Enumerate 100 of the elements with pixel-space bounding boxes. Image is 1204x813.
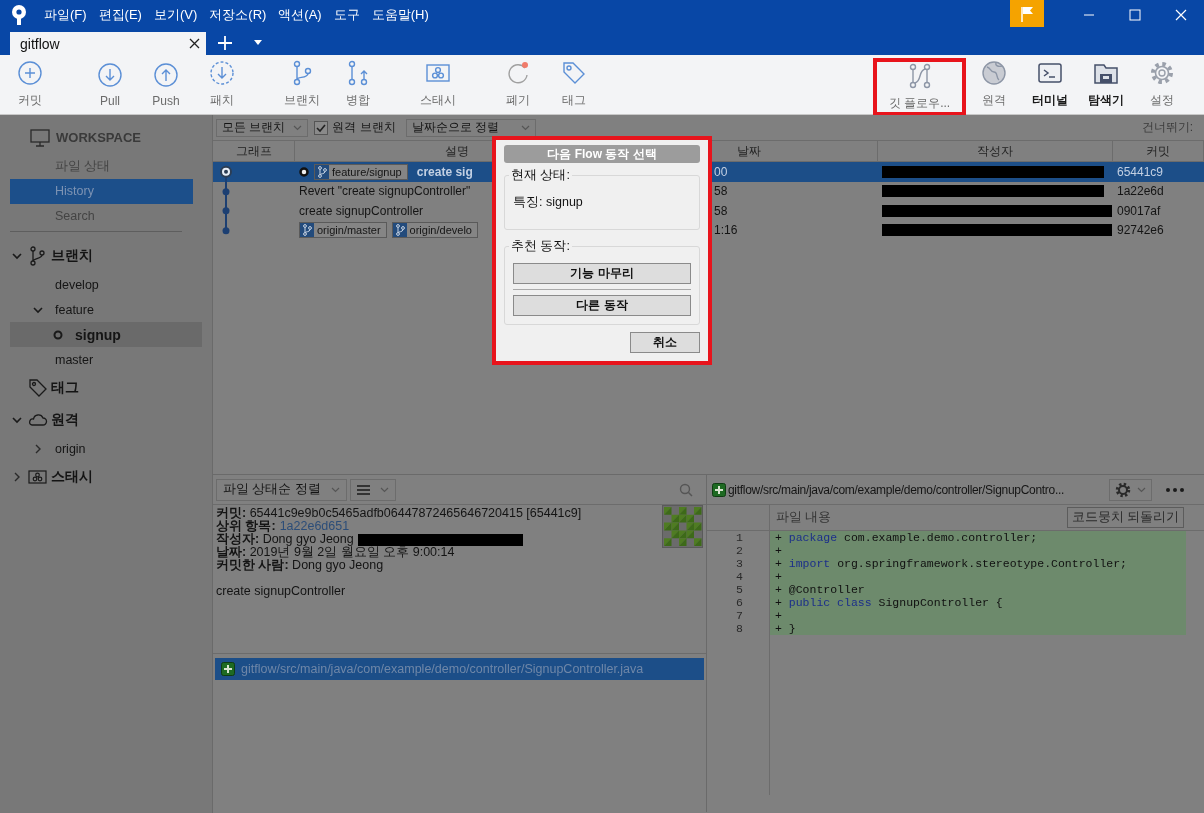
checkbox[interactable] bbox=[314, 120, 329, 135]
commit-hash: 1a22e6d bbox=[1116, 184, 1165, 199]
refresh-icon bbox=[505, 60, 531, 86]
section-title[interactable]: 브랜치 bbox=[51, 247, 93, 265]
commit-info-line: 날짜: 2019년 9월 2일 월요일 오후 9:00:14 bbox=[216, 546, 455, 560]
date-cell-text: 58 bbox=[713, 203, 729, 218]
action-button[interactable]: 기능 마무리 bbox=[513, 263, 691, 284]
commit-hash: 92742e6 bbox=[1116, 223, 1165, 238]
branch-filter-dropdown[interactable]: 모든 브랜치 bbox=[216, 118, 309, 137]
settings-dropdown[interactable] bbox=[1109, 479, 1152, 501]
commit-message: create sig bbox=[416, 164, 473, 179]
tree-item[interactable]: signup bbox=[10, 322, 202, 347]
tree-item[interactable]: develop bbox=[10, 272, 202, 297]
commit-info-line: 작성자: Dong gyo Jeong bbox=[216, 533, 354, 547]
date-cell-text: 58 bbox=[713, 184, 729, 199]
menu-item[interactable]: 저장소(R) bbox=[209, 4, 267, 26]
action-button[interactable]: 다른 동작 bbox=[513, 295, 691, 316]
caret-icon bbox=[1137, 487, 1146, 493]
chevron-down-icon[interactable] bbox=[33, 304, 43, 315]
download-icon bbox=[97, 61, 123, 88]
tab[interactable]: gitflow bbox=[10, 32, 206, 55]
ref-badge[interactable]: origin/develo bbox=[391, 222, 478, 239]
toolbar-button[interactable]: Push bbox=[138, 57, 194, 112]
tree-item[interactable]: origin bbox=[10, 436, 202, 461]
caret-icon[interactable] bbox=[254, 40, 262, 45]
chevron-right-icon[interactable] bbox=[12, 472, 22, 482]
settings-icon bbox=[1115, 482, 1131, 498]
chevron-down-icon[interactable] bbox=[12, 415, 22, 425]
toolbar-button[interactable]: 터미널 bbox=[1022, 57, 1078, 112]
ref-label: origin/master bbox=[317, 224, 381, 237]
commit-info-line: 커밋: 65441c9e9b0c5465adfb06447872465646720415 [65441c9] bbox=[216, 507, 582, 521]
toolbar-button[interactable]: 스태시 bbox=[410, 57, 466, 112]
more-icon[interactable] bbox=[1166, 488, 1184, 492]
menu-item[interactable]: 보기(V) bbox=[153, 4, 198, 26]
toolbar-button[interactable]: 병합 bbox=[330, 57, 386, 112]
settings-icon bbox=[1149, 60, 1175, 86]
toolbar-button[interactable]: 설정 bbox=[1134, 57, 1190, 112]
file-path: gitflow/src/main/java/com/example/demo/controller/SignupContro... bbox=[728, 483, 1064, 497]
hunk-title: 파일 내용 bbox=[776, 509, 832, 527]
menu-item[interactable]: 파일(F) bbox=[44, 4, 87, 26]
date-cell-text: 1:16 bbox=[713, 223, 739, 238]
toolbar-button[interactable]: 탐색기 bbox=[1078, 57, 1134, 112]
branch-icon bbox=[28, 246, 48, 266]
toolbar-button[interactable]: 커밋 bbox=[2, 57, 58, 112]
add-tab-icon[interactable] bbox=[218, 35, 232, 50]
ref-label: origin/develo bbox=[409, 224, 472, 237]
menu-item[interactable]: 편집(E) bbox=[98, 4, 142, 26]
commit-info-label: 상위 항목: bbox=[216, 520, 276, 534]
sort-dropdown[interactable]: 파일 상태순 정렬 bbox=[216, 479, 347, 501]
column-header[interactable]: 커밋 bbox=[1113, 141, 1204, 161]
branch-icon bbox=[392, 223, 407, 238]
toolbar-button[interactable]: 원격 bbox=[966, 57, 1022, 112]
tree-item[interactable]: master bbox=[10, 347, 202, 372]
commit-message: Revert "create signupController" bbox=[299, 184, 471, 199]
toolbar-button[interactable]: 태그 bbox=[546, 57, 602, 112]
menu-item[interactable]: 액션(A) bbox=[278, 4, 322, 26]
tag-icon bbox=[28, 378, 48, 398]
terminal-icon bbox=[1037, 60, 1063, 86]
toolbar-button[interactable]: Pull bbox=[82, 57, 138, 112]
flag-icon bbox=[1020, 5, 1034, 22]
branch-icon bbox=[300, 223, 314, 238]
section-title[interactable]: 태그 bbox=[51, 379, 79, 397]
revert-hunk-button[interactable]: 코드뭉치 되돌리기 bbox=[1066, 507, 1184, 529]
group-label: 현재 상태: bbox=[510, 167, 571, 184]
column-header[interactable]: 그래프 bbox=[213, 141, 295, 161]
checkbox-label: 원격 브랜치 bbox=[332, 119, 396, 136]
view-mode-dropdown[interactable] bbox=[349, 479, 396, 501]
sidebar-item[interactable]: History bbox=[10, 179, 193, 204]
added-file-icon bbox=[712, 483, 726, 497]
column-header[interactable]: 작성자 bbox=[878, 141, 1113, 161]
caret-icon bbox=[379, 487, 389, 493]
menu-item[interactable]: 도움말(H) bbox=[371, 4, 429, 26]
upload-icon bbox=[153, 61, 179, 88]
commit-hash: 09017af bbox=[1116, 203, 1162, 218]
app-logo-icon bbox=[9, 4, 29, 26]
ref-badge[interactable]: feature/signup bbox=[314, 163, 408, 180]
caret-icon bbox=[521, 124, 531, 131]
chevron-down-icon[interactable] bbox=[12, 251, 22, 261]
tree-item[interactable]: feature bbox=[10, 297, 202, 322]
chevron-right-icon[interactable] bbox=[33, 443, 43, 454]
toolbar-button[interactable]: 브랜치 bbox=[274, 57, 330, 112]
toolbar-button[interactable]: 패치 bbox=[194, 57, 250, 112]
close-icon[interactable] bbox=[189, 38, 200, 49]
globe-icon bbox=[981, 60, 1007, 86]
list-icon bbox=[356, 485, 370, 495]
state-text: 특징: signup bbox=[513, 194, 584, 211]
caret-icon bbox=[293, 124, 303, 131]
commit-message: create signupController bbox=[216, 585, 347, 599]
monitor-icon bbox=[30, 128, 50, 147]
ref-label: feature/signup bbox=[332, 165, 402, 178]
cancel-button[interactable]: 취소 bbox=[630, 332, 700, 353]
section-title[interactable]: 원격 bbox=[51, 411, 79, 429]
ref-badge[interactable]: origin/master bbox=[299, 222, 387, 239]
toolbar-button[interactable]: 폐기 bbox=[490, 57, 546, 112]
section-title[interactable]: 스태시 bbox=[51, 468, 93, 486]
menu-item[interactable]: 도구 bbox=[333, 4, 360, 26]
section-title: WORKSPACE bbox=[56, 130, 141, 145]
caret-icon bbox=[330, 487, 340, 493]
maximize-icon[interactable] bbox=[1129, 9, 1141, 21]
dashed-circle-icon bbox=[209, 60, 235, 86]
